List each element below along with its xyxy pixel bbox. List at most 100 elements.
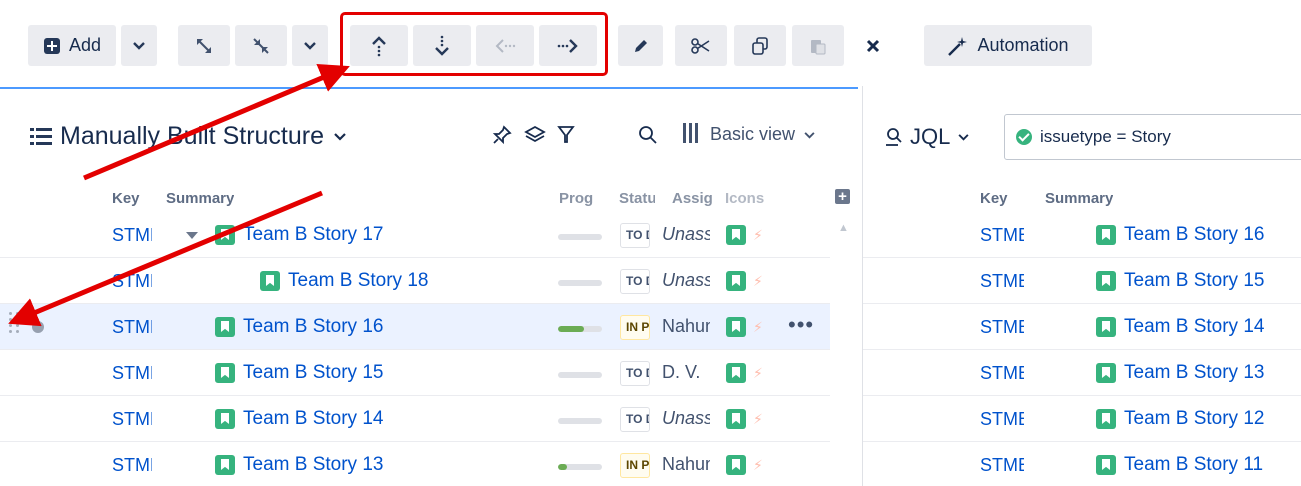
status-badge[interactable]: TO DO — [620, 361, 650, 386]
row-key[interactable]: STMB — [112, 225, 152, 246]
status-badge[interactable]: TO DO — [620, 407, 650, 432]
automation-button[interactable]: Automation — [924, 25, 1092, 66]
table-row[interactable]: STMB Team B Story 18 TO DO Unassigned ⚡ — [0, 258, 830, 304]
table-row[interactable]: STMB Team B Story 13 IN PROGRESS Nahum ⚡ — [0, 442, 830, 486]
chevron-down-icon — [958, 133, 969, 141]
story-icon — [215, 317, 235, 337]
right-row-summary[interactable]: Team B Story 11 — [1124, 454, 1263, 476]
row-selector-dot[interactable] — [32, 321, 44, 333]
right-column-header-key[interactable]: Key — [980, 190, 1008, 207]
progress-fill — [558, 326, 585, 332]
right-row-key[interactable]: STMB — [980, 271, 1024, 292]
story-icon — [1096, 363, 1116, 383]
layers-button[interactable] — [521, 121, 549, 149]
table-row[interactable]: STMB Team B Story 14 TO DO Unassigned ⚡ — [0, 396, 830, 442]
expand-icon — [197, 38, 211, 53]
right-row-key[interactable]: STMB — [980, 317, 1024, 338]
copy-button[interactable] — [734, 25, 786, 66]
expand-button[interactable] — [178, 25, 230, 66]
toolbar-underline — [0, 87, 858, 89]
add-dropdown-button[interactable] — [121, 25, 157, 66]
status-badge[interactable]: IN PROGRESS — [620, 315, 650, 340]
collapse-button[interactable] — [235, 25, 287, 66]
right-row-key[interactable]: STMB — [980, 455, 1024, 476]
right-column-header-summary[interactable]: Summary — [1045, 190, 1113, 207]
view-selector[interactable]: Basic view — [710, 124, 815, 145]
cut-button[interactable] — [675, 25, 727, 66]
copy-icon — [752, 36, 768, 55]
row-key[interactable]: STMB — [112, 409, 152, 430]
row-summary[interactable]: Team B Story 17 — [243, 224, 383, 246]
scroll-up-icon[interactable]: ▲ — [838, 222, 849, 234]
close-icon — [866, 39, 880, 52]
status-badge[interactable]: TO DO — [620, 223, 650, 248]
right-list-item[interactable]: STMB Team B Story 13 — [863, 350, 1301, 396]
row-summary[interactable]: Team B Story 13 — [243, 454, 383, 476]
delete-button[interactable] — [852, 25, 894, 66]
plus-square-icon — [43, 37, 60, 54]
drag-handle-icon[interactable] — [9, 312, 20, 333]
table-row[interactable]: STMB Team B Story 17 TO DO Unassigned ⚡ — [0, 212, 830, 258]
row-assignee[interactable]: Unassigned — [662, 408, 710, 429]
progress-bar — [558, 326, 602, 332]
right-list-item[interactable]: STMB Team B Story 15 — [863, 258, 1301, 304]
row-assignee[interactable]: Nahum — [662, 316, 710, 337]
jql-selector[interactable]: JQL — [884, 124, 969, 150]
structure-selector[interactable]: Manually Built Structure — [30, 122, 346, 151]
row-assignee[interactable]: Unassigned — [662, 270, 710, 291]
row-assignee[interactable]: Unassigned — [662, 224, 710, 245]
right-list-item[interactable]: STMB Team B Story 12 — [863, 396, 1301, 442]
paste-button[interactable] — [792, 25, 844, 66]
row-summary[interactable]: Team B Story 16 — [243, 316, 383, 338]
column-header-progress[interactable]: Prog — [559, 190, 599, 207]
progress-bar — [558, 280, 602, 286]
add-column-icon[interactable]: + — [835, 189, 850, 204]
right-row-summary[interactable]: Team B Story 12 — [1124, 408, 1264, 430]
automation-label: Automation — [977, 35, 1069, 55]
row-key[interactable]: STMB — [112, 317, 152, 338]
right-row-key[interactable]: STMB — [980, 409, 1024, 430]
pin-button[interactable] — [488, 121, 516, 149]
chevron-down-icon — [304, 41, 316, 50]
row-summary[interactable]: Team B Story 14 — [243, 408, 383, 430]
right-row-key[interactable]: STMB — [980, 363, 1024, 384]
jql-input[interactable]: issuetype = Story — [1004, 114, 1301, 160]
structure-title: Manually Built Structure — [60, 122, 325, 150]
search-button[interactable] — [634, 121, 662, 149]
add-button[interactable]: Add — [28, 25, 116, 66]
priority-icon: ⚡ — [753, 411, 763, 427]
column-header-status[interactable]: Statu — [619, 190, 655, 207]
table-row-selected[interactable]: STMB Team B Story 16 IN PROGRESS Nahum ⚡… — [0, 304, 830, 350]
filter-button[interactable] — [552, 121, 580, 149]
right-row-summary[interactable]: Team B Story 13 — [1124, 362, 1264, 384]
jql-query: issuetype = Story — [1040, 127, 1171, 146]
right-row-summary[interactable]: Team B Story 14 — [1124, 316, 1264, 338]
row-assignee[interactable]: D. V. — [662, 362, 710, 383]
story-icon — [215, 455, 235, 475]
row-summary[interactable]: Team B Story 18 — [288, 270, 428, 292]
right-row-key[interactable]: STMB — [980, 225, 1024, 246]
story-icon — [1096, 409, 1116, 429]
status-badge[interactable]: IN PROGRESS — [620, 453, 650, 478]
row-key[interactable]: STMB — [112, 363, 152, 384]
expand-dropdown-button[interactable] — [292, 25, 328, 66]
chevron-down-icon — [804, 131, 815, 139]
column-header-assignee[interactable]: Assig — [672, 190, 712, 207]
row-key[interactable]: STMB — [112, 455, 152, 476]
collapse-triangle-icon[interactable] — [186, 232, 198, 239]
row-assignee[interactable]: Nahum — [662, 454, 710, 475]
column-header-summary[interactable]: Summary — [166, 190, 234, 207]
row-summary[interactable]: Team B Story 15 — [243, 362, 383, 384]
more-actions-icon[interactable]: ••• — [788, 312, 814, 338]
column-header-icons[interactable]: Icons — [725, 190, 770, 207]
right-list-item[interactable]: STMB Team B Story 14 — [863, 304, 1301, 350]
right-row-summary[interactable]: Team B Story 16 — [1124, 224, 1264, 246]
row-key[interactable]: STMB — [112, 271, 152, 292]
table-row[interactable]: STMB Team B Story 15 TO DO D. V. ⚡ — [0, 350, 830, 396]
column-header-key[interactable]: Key — [112, 190, 140, 207]
status-badge[interactable]: TO DO — [620, 269, 650, 294]
right-list-item[interactable]: STMB Team B Story 11 — [863, 442, 1301, 486]
right-list-item[interactable]: STMB Team B Story 16 — [863, 212, 1301, 258]
edit-button[interactable] — [618, 25, 663, 66]
right-row-summary[interactable]: Team B Story 15 — [1124, 270, 1264, 292]
